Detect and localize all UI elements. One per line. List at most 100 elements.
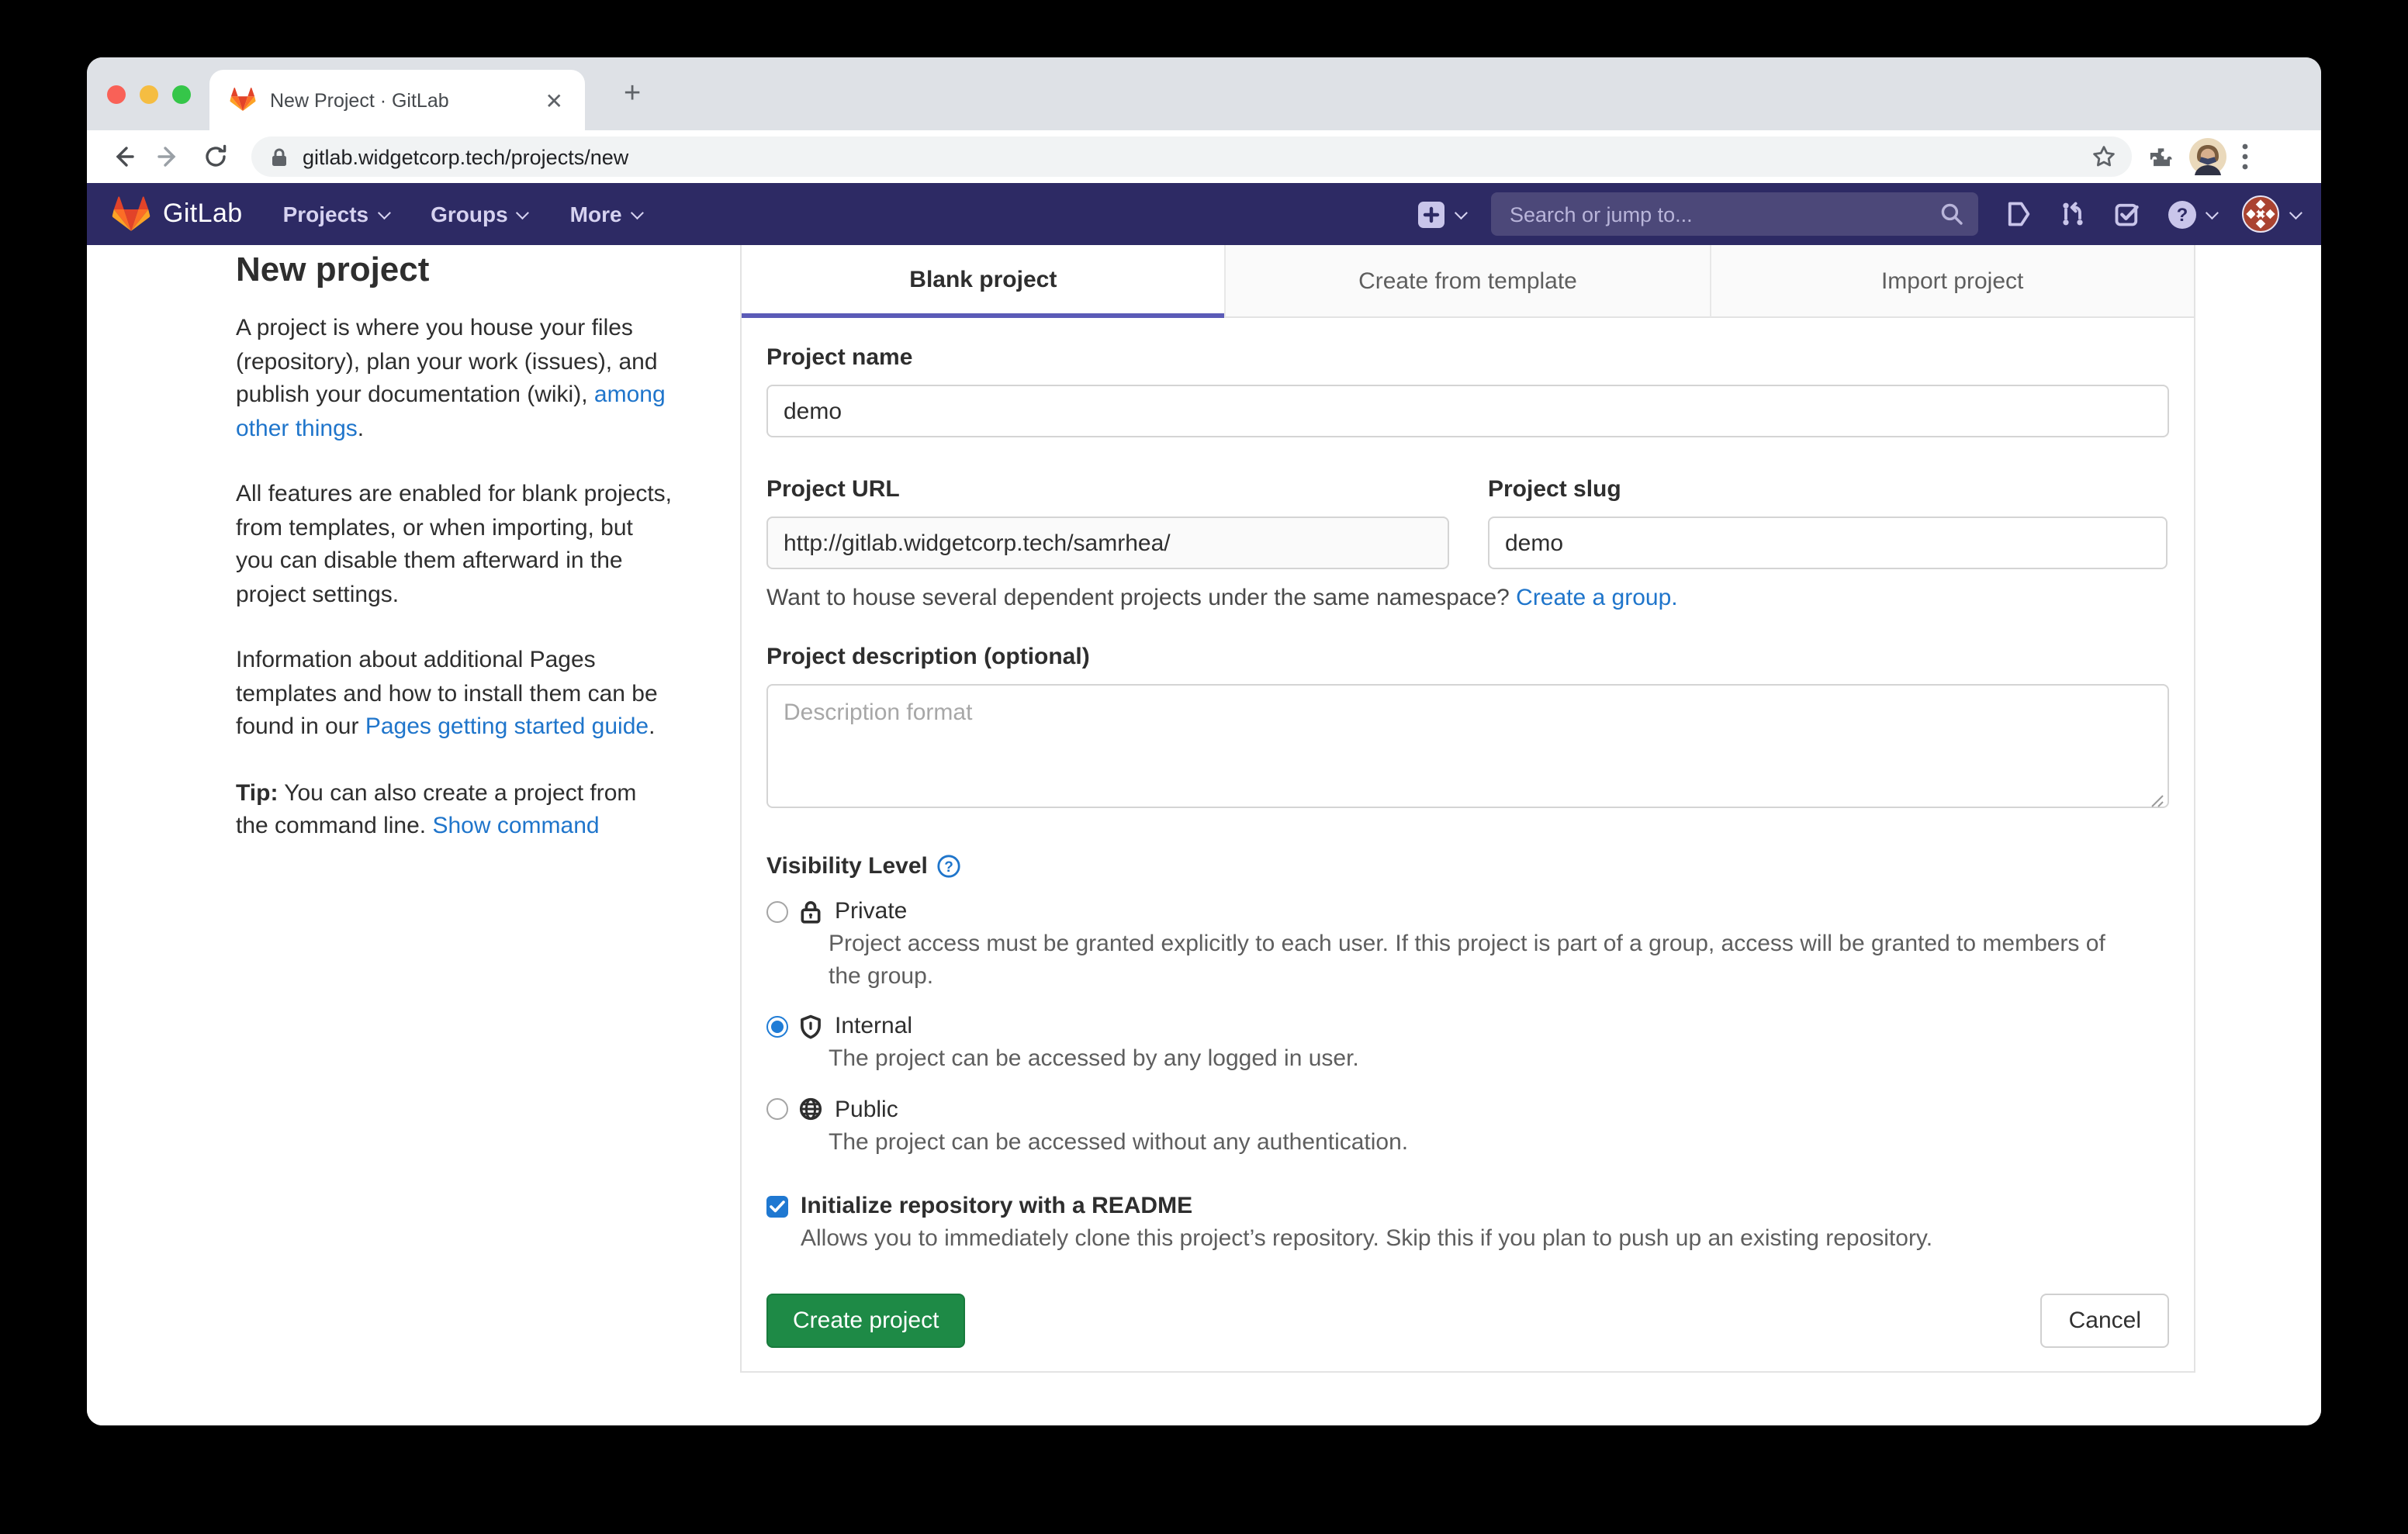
show-command-link[interactable]: Show command (432, 813, 599, 839)
zoom-window-button[interactable] (172, 85, 191, 104)
description-label: Project description (optional) (766, 644, 2169, 670)
svg-text:?: ? (2177, 204, 2188, 225)
shield-icon (799, 1014, 822, 1038)
resize-grip-icon[interactable] (2150, 794, 2164, 808)
visibility-option-internal: Internal The project can be accessed by … (766, 1013, 2169, 1076)
internal-radio[interactable] (766, 1015, 788, 1037)
lock-icon (799, 899, 822, 924)
reload-button[interactable] (192, 144, 239, 169)
new-project-panel: Blank project Create from template Impor… (740, 245, 2195, 1373)
readme-row: Initialize repository with a README (766, 1193, 2169, 1219)
tab-blank-project[interactable]: Blank project (742, 245, 1225, 318)
menu-groups[interactable]: Groups (431, 202, 527, 226)
reload-icon (203, 144, 228, 169)
merge-requests-icon[interactable] (2059, 200, 2087, 228)
visibility-level-label: Visibility Level ? (766, 853, 2169, 879)
search-input[interactable] (1491, 192, 1978, 236)
public-radio[interactable] (766, 1098, 788, 1120)
project-url-input[interactable] (766, 517, 1449, 569)
cancel-button[interactable]: Cancel (2041, 1294, 2169, 1348)
gitlab-navbar: GitLab Projects Groups More (87, 183, 2321, 245)
new-project-form: Project name Project URL Project slug Wa… (742, 318, 2194, 1371)
new-tab-button[interactable]: + (611, 74, 653, 115)
user-menu-button[interactable] (2242, 195, 2299, 233)
chrome-controls (2147, 138, 2248, 175)
readme-checkbox[interactable] (766, 1195, 788, 1217)
help-icon: ? (2168, 199, 2197, 229)
plus-square-icon (1418, 201, 1444, 227)
gitlab-logo-icon (112, 195, 150, 233)
todos-icon[interactable] (2113, 200, 2141, 228)
namespace-hint: Want to house several dependent projects… (766, 585, 2169, 611)
globe-icon (799, 1097, 822, 1121)
search-icon (1939, 202, 1964, 226)
project-url-label: Project URL (766, 476, 1449, 503)
form-actions: Create project Cancel (766, 1294, 2169, 1348)
check-icon (770, 1200, 785, 1212)
menu-projects[interactable]: Projects (283, 202, 388, 226)
chevron-down-icon (377, 206, 390, 219)
sidebar: New project A project is where you house… (236, 250, 672, 876)
new-menu-button[interactable] (1418, 201, 1465, 227)
back-button[interactable] (99, 144, 146, 169)
page-title: New project (236, 250, 672, 290)
project-name-input[interactable] (766, 385, 2169, 437)
traffic-lights (107, 85, 191, 104)
address-bar[interactable]: gitlab.widgetcorp.tech/projects/new (251, 136, 2132, 177)
readme-label: Initialize repository with a README (801, 1193, 1192, 1219)
tab-import-project[interactable]: Import project (1709, 245, 2194, 318)
navbar-right: ? (1418, 192, 2299, 236)
sidebar-paragraph: Information about additional Pages templ… (236, 644, 672, 744)
gitlab-wordmark: GitLab (163, 199, 243, 230)
issues-icon[interactable] (2005, 200, 2033, 228)
create-group-link[interactable]: Create a group. (1516, 585, 1677, 611)
chevron-down-icon (630, 206, 643, 219)
url-slug-row: Project URL Project slug (766, 476, 2169, 569)
gitlab-brand[interactable]: GitLab (112, 195, 243, 233)
private-radio[interactable] (766, 900, 788, 922)
readme-description: Allows you to immediately clone this pro… (801, 1225, 2169, 1252)
browser-menu-dots-icon[interactable] (2242, 143, 2248, 171)
lock-icon (270, 147, 289, 167)
project-slug-label: Project slug (1488, 476, 2168, 503)
description-textarea[interactable] (766, 684, 2169, 808)
create-project-button[interactable]: Create project (766, 1294, 965, 1348)
profile-avatar[interactable] (2189, 138, 2226, 175)
back-arrow-icon (110, 144, 135, 169)
extensions-puzzle-icon[interactable] (2147, 143, 2174, 170)
project-slug-input[interactable] (1488, 517, 2168, 569)
tab-create-from-template[interactable]: Create from template (1225, 245, 1710, 318)
url-text: gitlab.widgetcorp.tech/projects/new (303, 145, 2091, 168)
project-type-tabs: Blank project Create from template Impor… (742, 245, 2194, 318)
browser-window: New Project · GitLab ✕ + (87, 57, 2321, 1425)
tab-close-icon[interactable]: ✕ (539, 86, 569, 114)
gitlab-favicon-icon (230, 87, 256, 113)
sidebar-tip: Tip: You can also create a project from … (236, 776, 672, 843)
page-body: New project A project is where you house… (87, 245, 2321, 1425)
close-window-button[interactable] (107, 85, 126, 104)
search-box (1491, 192, 1978, 236)
user-avatar (2242, 195, 2279, 233)
navbar-menu: Projects Groups More (283, 202, 641, 226)
browser-toolbar: gitlab.widgetcorp.tech/projects/new (87, 130, 2321, 183)
bookmark-star-icon[interactable] (2091, 144, 2116, 169)
forward-arrow-icon (157, 144, 182, 169)
forward-button[interactable] (146, 144, 192, 169)
pages-guide-link[interactable]: Pages getting started guide (365, 713, 649, 740)
sidebar-paragraph: All features are enabled for blank proje… (236, 478, 672, 611)
browser-tab[interactable]: New Project · GitLab ✕ (209, 70, 585, 130)
menu-more[interactable]: More (570, 202, 641, 226)
project-name-label: Project name (766, 344, 2169, 371)
minimize-window-button[interactable] (140, 85, 158, 104)
chevron-down-icon (2206, 206, 2219, 219)
sidebar-paragraph: A project is where you house your files … (236, 312, 672, 445)
browser-tabstrip: New Project · GitLab ✕ + (87, 57, 2321, 130)
chevron-down-icon (1455, 206, 1468, 219)
tab-title: New Project · GitLab (270, 89, 539, 111)
visibility-option-public: Public The project can be accessed witho… (766, 1096, 2169, 1159)
visibility-help-icon[interactable]: ? (937, 855, 960, 878)
chevron-down-icon (517, 206, 530, 219)
svg-text:?: ? (944, 859, 953, 876)
visibility-option-private: Private Project access must be granted e… (766, 898, 2169, 993)
help-menu-button[interactable]: ? (2168, 199, 2216, 229)
